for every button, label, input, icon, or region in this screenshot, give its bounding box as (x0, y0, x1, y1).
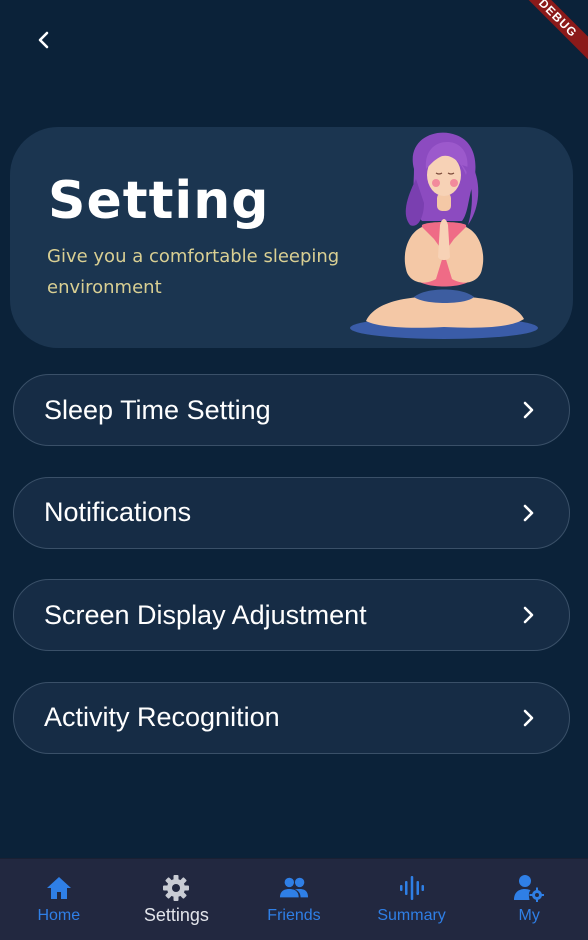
chevron-right-icon (519, 504, 537, 522)
nav-item-summary[interactable]: Summary (353, 859, 471, 940)
nav-item-friends[interactable]: Friends (235, 859, 353, 940)
page-subtitle: Give you a comfortable sleeping environm… (47, 246, 340, 298)
debug-ribbon: DEBUG (508, 0, 588, 80)
chevron-right-icon (519, 401, 537, 419)
gear-icon (161, 873, 191, 903)
menu-item-activity-recognition[interactable]: Activity Recognition (13, 681, 570, 754)
nav-item-settings[interactable]: Settings (118, 859, 236, 940)
waveform-icon (397, 873, 427, 903)
user-settings-icon (514, 873, 545, 903)
menu-item-label: Notifications (44, 497, 192, 527)
menu-item-notifications[interactable]: Notifications (13, 476, 570, 549)
debug-ribbon-label: DEBUG (509, 0, 588, 67)
menu-item-label: Sleep Time Setting (44, 394, 271, 425)
page-title: Setting (48, 171, 270, 231)
chevron-left-icon (38, 31, 49, 49)
chevron-right-icon (519, 709, 537, 727)
menu-item-label: Activity Recognition (44, 702, 280, 732)
settings-banner: Setting Give you a comfortable sleeping … (10, 127, 573, 348)
nav-label: Home (37, 907, 81, 924)
menu-item-screen-display-adjustment[interactable]: Screen Display Adjustment (13, 579, 570, 651)
menu-item-sleep-time-setting[interactable]: Sleep Time Setting (13, 374, 570, 446)
home-icon (44, 873, 74, 903)
chevron-right-icon (519, 606, 537, 624)
people-icon (279, 873, 309, 903)
nav-item-home[interactable]: Home (0, 859, 118, 940)
nav-label: Settings (143, 905, 209, 925)
nav-item-my[interactable]: My (470, 859, 588, 940)
nav-label: Friends (267, 907, 321, 924)
menu-item-label: Screen Display Adjustment (44, 599, 367, 630)
back-button[interactable] (28, 24, 60, 56)
bottom-navigation: Home Settings Friends Summary My (0, 858, 588, 940)
meditating-woman-illustration (350, 132, 538, 339)
settings-menu: Sleep Time Setting Notifications Screen … (13, 374, 570, 784)
nav-label: My (518, 907, 540, 924)
nav-label: Summary (377, 907, 446, 924)
